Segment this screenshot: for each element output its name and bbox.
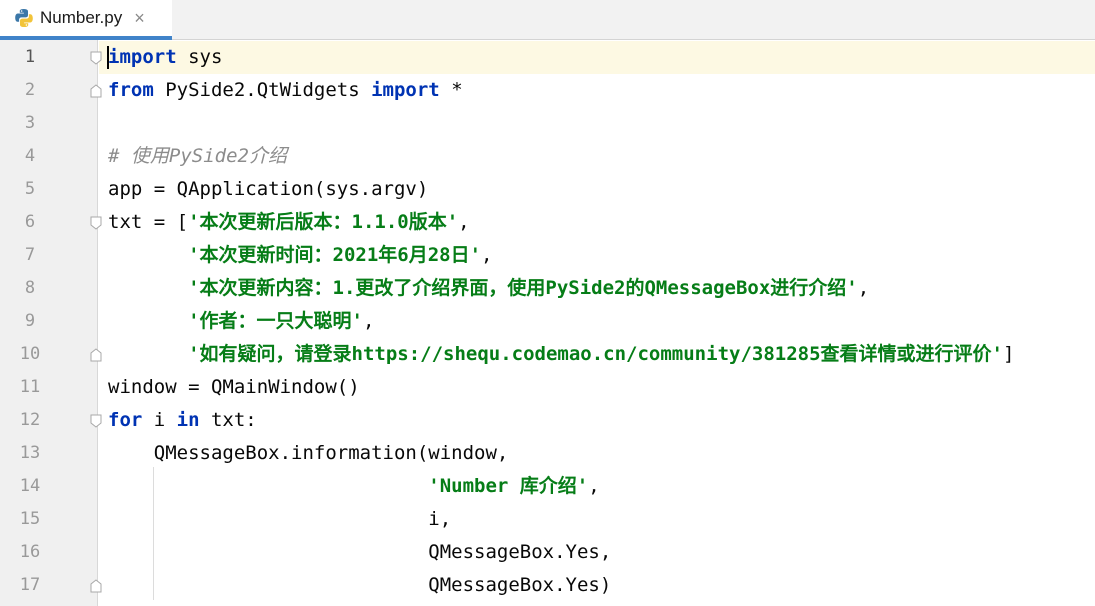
fold-start-icon[interactable] [90,216,102,230]
line-number: 5 [24,179,36,199]
code-line[interactable]: '如有疑问，请登录https://shequ.codemao.cn/commun… [108,338,1014,371]
string-token: '本次更新时间：2021年6月28日' [188,244,482,266]
code-line[interactable]: txt = ['本次更新后版本：1.1.0版本', [108,206,470,239]
file-tab-number-py[interactable]: Number.py × [0,0,172,40]
code-token: txt = [ [108,211,189,233]
comment-token: # 使用PySide2介绍 [108,145,287,167]
code-token: ] [1002,343,1015,365]
code-token: QMessageBox.information(window, [108,442,509,464]
string-token: '作者：一只大聪明' [188,310,363,332]
code-token: QMessageBox.Yes) [108,574,612,596]
line-number: 2 [24,80,36,100]
code-token: i [142,409,177,431]
code-token: sys [176,46,223,68]
string-token: '本次更新后版本：1.1.0版本' [188,211,459,233]
code-line[interactable]: '作者：一只大聪明', [108,305,374,338]
line-number-gutter: 1 2 3 4 5 6 7 8 9 10 11 12 13 14 15 16 17 [0,40,98,606]
code-line[interactable]: # 使用PySide2介绍 [108,140,287,173]
code-token: , [362,310,375,332]
code-token: QMessageBox.Yes, [108,541,612,563]
code-token: , [857,277,870,299]
line-number: 14 [19,476,41,496]
code-line[interactable]: QMessageBox.information(window, [108,437,509,470]
line-number: 16 [19,542,41,562]
fold-end-icon[interactable] [90,579,102,593]
code-line[interactable]: from PySide2.QtWidgets import * [108,74,463,107]
tab-filename: Number.py [40,8,123,27]
line-number: 17 [19,575,41,595]
fold-start-icon[interactable] [90,51,102,65]
line-number: 11 [19,377,41,397]
code-editor[interactable]: 1 2 3 4 5 6 7 8 9 10 11 12 13 14 15 16 17 import sys from… [0,40,1095,606]
string-token: '本次更新内容：1.更改了介绍界面，使用PySide2的QMessageBox进… [188,277,858,299]
code-line[interactable]: app = QApplication(sys.argv) [108,173,428,206]
line-number: 15 [19,509,41,529]
code-token: , [481,244,493,266]
close-tab-icon[interactable]: × [134,9,145,27]
keyword-token: import [108,46,177,68]
code-line[interactable]: QMessageBox.Yes, [108,536,611,569]
line-number: 3 [24,113,36,133]
string-token: '如有疑问，请登录https://shequ.codemao.cn/commun… [188,343,1003,365]
keyword-token: in [176,409,200,431]
code-token: window = QMainWindow() [108,376,360,398]
line-number: 8 [24,278,36,298]
code-token: , [588,475,600,497]
code-line[interactable]: import sys [108,41,222,74]
code-line[interactable]: i, [108,503,451,536]
fold-end-icon[interactable] [90,348,102,362]
code-token: txt: [199,409,257,431]
keyword-token: from [108,79,154,101]
indent-guide [153,467,154,600]
python-file-icon [15,9,33,27]
code-token: PySide2.QtWidgets [153,79,372,101]
keyword-token: for [108,409,143,431]
code-line[interactable]: 'Number 库介绍', [108,470,600,503]
code-line[interactable]: '本次更新内容：1.更改了介绍界面，使用PySide2的QMessageBox进… [108,272,869,305]
fold-start-icon[interactable] [90,414,102,428]
code-token: * [439,79,463,101]
line-number: 6 [24,212,36,232]
text-caret [107,46,109,69]
code-line[interactable]: window = QMainWindow() [108,371,360,404]
line-number: 13 [19,443,41,463]
code-token: , [458,211,470,233]
code-line[interactable]: '本次更新时间：2021年6月28日', [108,239,492,272]
line-number: 7 [24,245,36,265]
line-number: 1 [24,47,36,67]
code-token: app = QApplication(sys.argv) [108,178,429,200]
code-token: i, [108,508,452,530]
editor-tab-bar: Number.py × [0,0,1095,40]
code-line[interactable]: QMessageBox.Yes) [108,569,611,602]
code-line[interactable]: for i in txt: [108,404,257,437]
line-number: 10 [19,344,41,364]
fold-end-icon[interactable] [90,84,102,98]
line-number: 12 [19,410,41,430]
line-number: 9 [24,311,36,331]
line-number: 4 [24,146,36,166]
string-token: 'Number 库介绍' [428,475,589,497]
current-line-highlight [99,41,1095,74]
keyword-token: import [371,79,440,101]
